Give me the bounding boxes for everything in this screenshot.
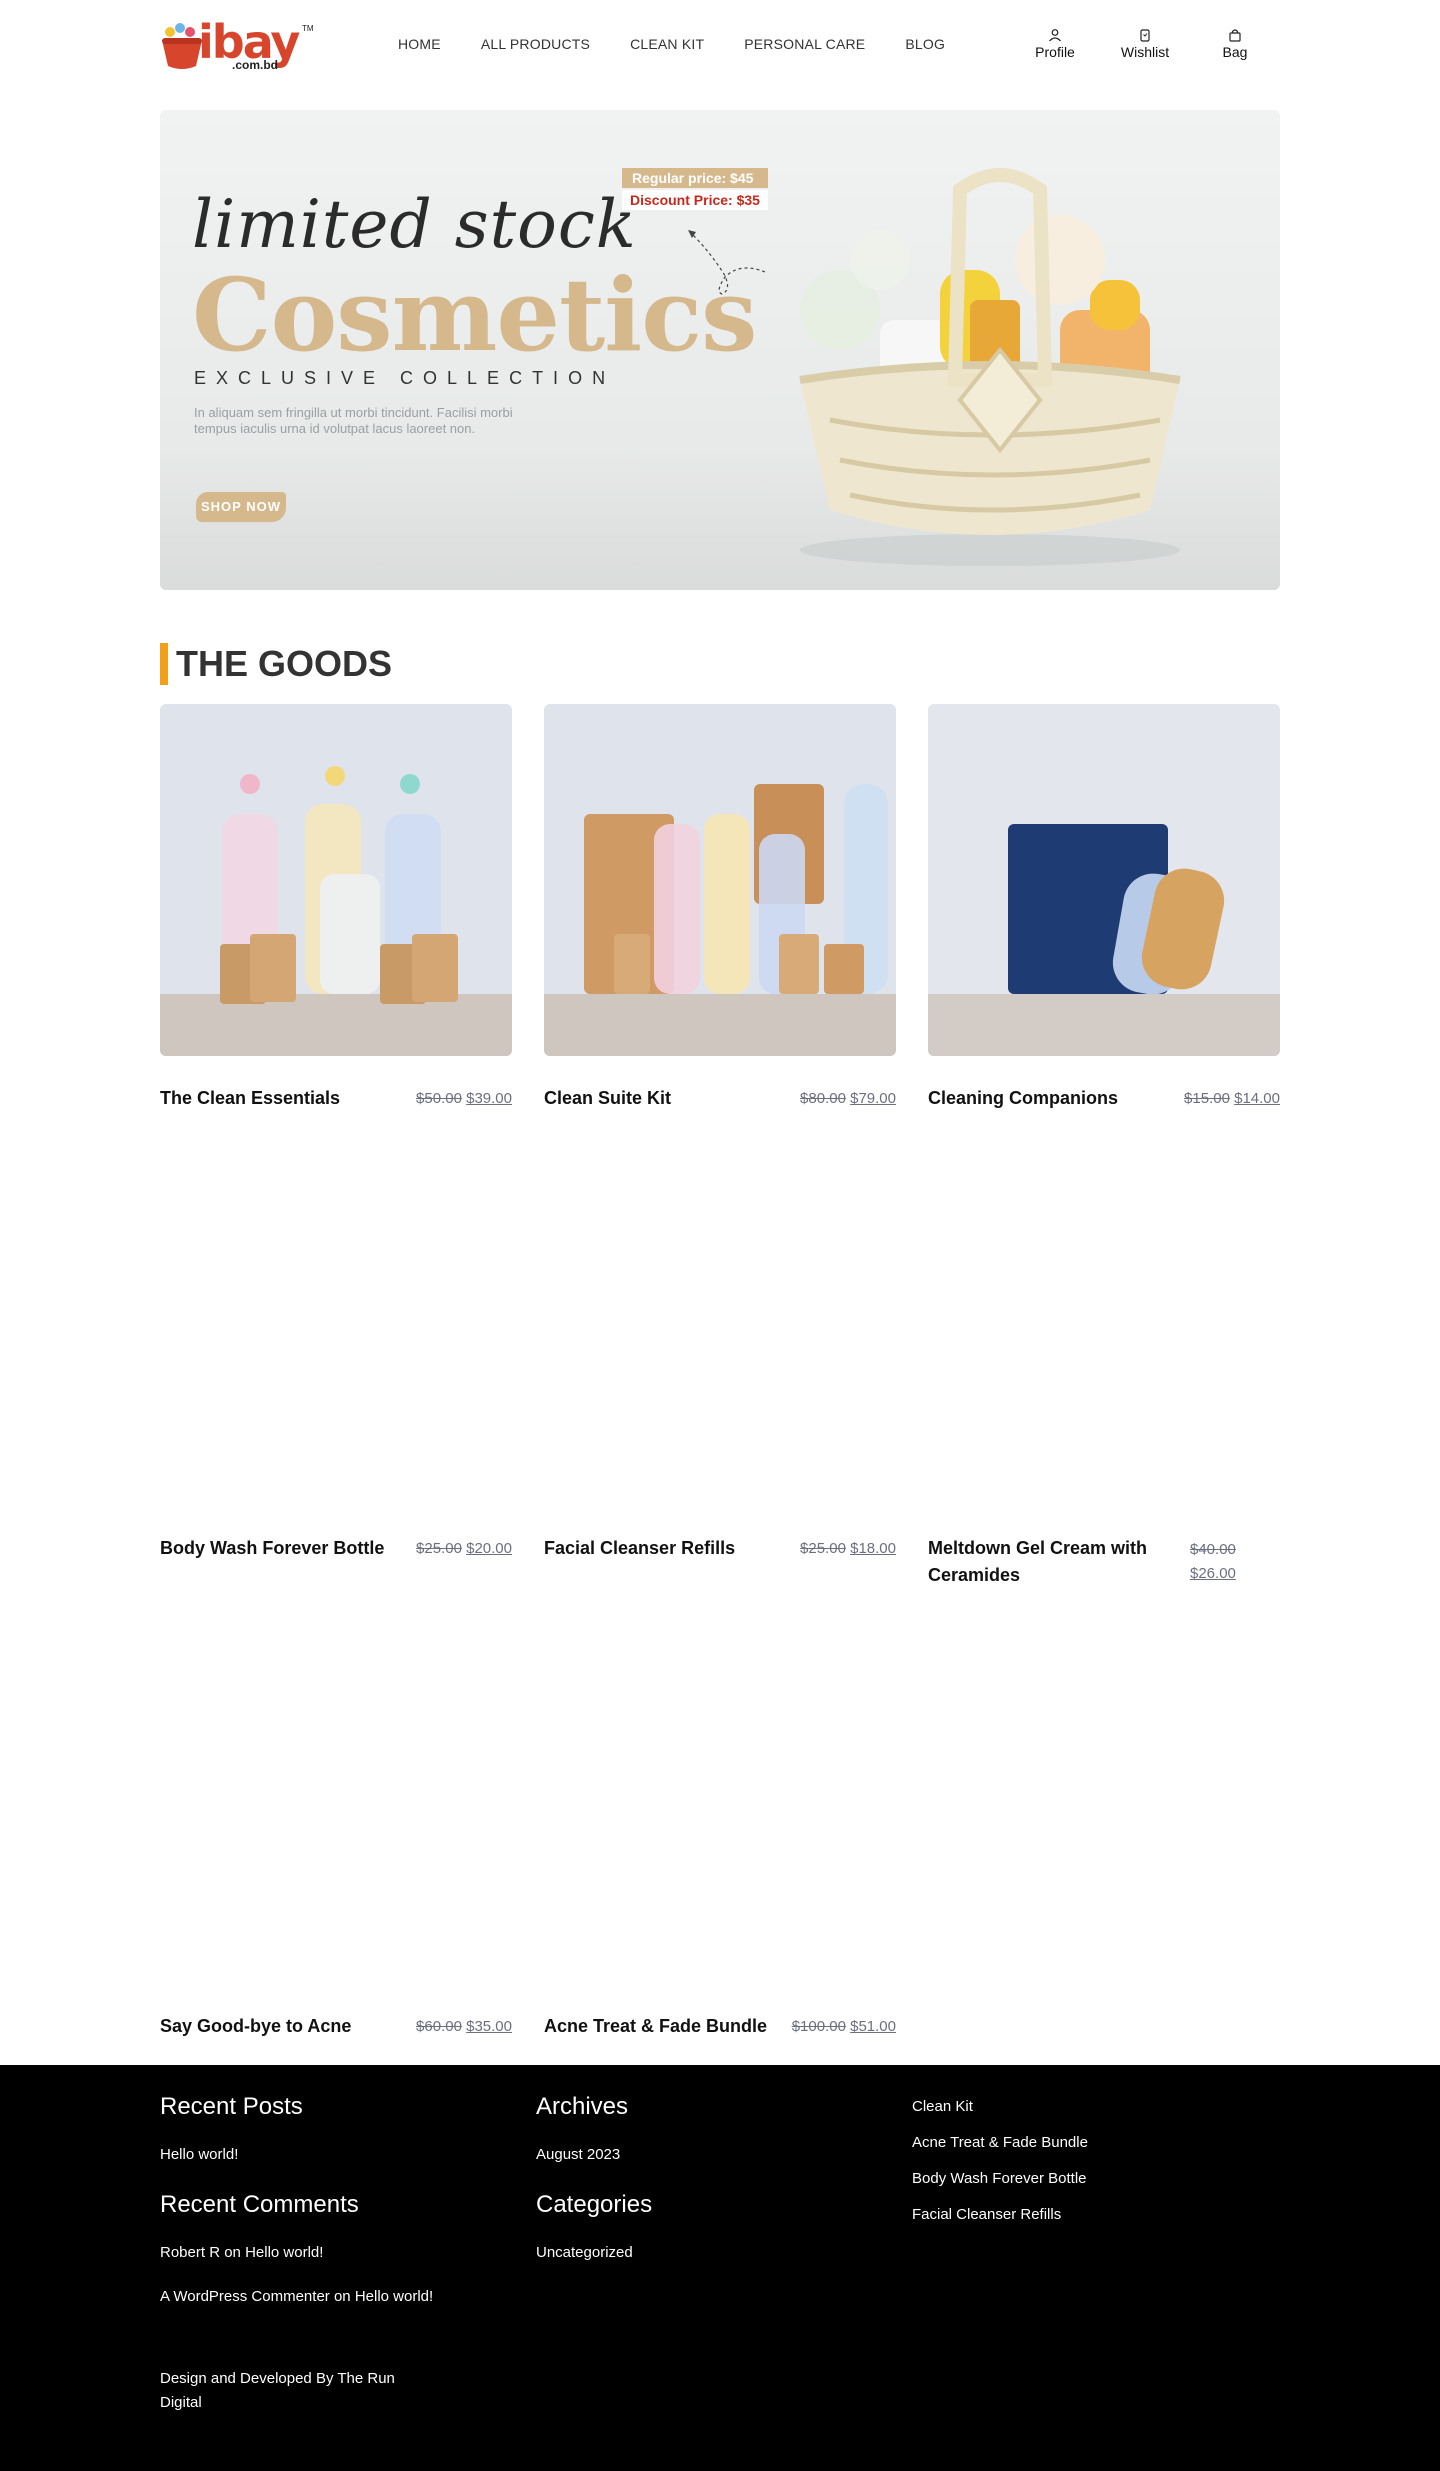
product-name[interactable]: Meltdown Gel Cream with Ceramides xyxy=(928,1535,1158,1589)
product-image-clean-essentials[interactable] xyxy=(160,704,512,1056)
bag-button[interactable]: Bag xyxy=(1190,28,1280,60)
banner-description: In aliquam sem fringilla ut morbi tincid… xyxy=(194,405,513,436)
old-price: $25.00 xyxy=(800,1540,846,1557)
discount-price: Discount Price: $35 xyxy=(622,190,768,210)
comment-on: on xyxy=(224,2244,241,2261)
product-image-cleaning-companions[interactable] xyxy=(928,704,1280,1056)
product-price: $60.00 $35.00 xyxy=(380,2015,512,2039)
product-price: $50.00 $39.00 xyxy=(380,1087,512,1111)
category-link[interactable]: Uncategorized xyxy=(536,2243,633,2263)
archive-link[interactable]: August 2023 xyxy=(536,2145,620,2165)
recent-comments-heading: Recent Comments xyxy=(160,2191,359,2218)
bag-icon xyxy=(1229,29,1241,42)
comment-author[interactable]: Robert R xyxy=(160,2244,220,2261)
sale-price: $39.00 xyxy=(466,1090,512,1107)
banner-title: Cosmetics xyxy=(192,256,757,374)
product-price: $25.00 $20.00 xyxy=(380,1537,512,1561)
profile-button[interactable]: Profile xyxy=(1010,28,1100,60)
sale-price: $14.00 xyxy=(1234,1090,1280,1107)
recent-posts-heading: Recent Posts xyxy=(160,2093,303,2120)
categories-heading: Categories xyxy=(536,2191,653,2218)
product-photo xyxy=(544,704,896,1056)
logo-trademark: TM xyxy=(302,24,314,33)
site-logo[interactable]: ibay .com.bd TM xyxy=(160,15,314,74)
site-footer: Recent Posts Hello world! Recent Comment… xyxy=(0,2065,1440,2471)
main-nav: HOME ALL PRODUCTS CLEAN KIT PERSONAL CAR… xyxy=(398,36,985,52)
product-price: $80.00 $79.00 xyxy=(764,1087,896,1111)
section-title: THE GOODS xyxy=(160,643,392,685)
product-price: $15.00 $14.00 xyxy=(1148,1087,1280,1111)
nav-all-products[interactable]: ALL PRODUCTS xyxy=(481,36,590,52)
product-name[interactable]: The Clean Essentials xyxy=(160,1085,400,1112)
old-price: $60.00 xyxy=(416,2018,462,2035)
comment-post-link[interactable]: Hello world! xyxy=(355,2288,433,2305)
old-price: $100.00 xyxy=(791,2018,846,2035)
bag-label: Bag xyxy=(1222,44,1248,60)
product-name[interactable]: Cleaning Companions xyxy=(928,1085,1168,1112)
nav-blog[interactable]: BLOG xyxy=(905,36,945,52)
curly-arrow-icon xyxy=(688,230,766,295)
nav-home[interactable]: HOME xyxy=(398,36,441,52)
sale-price: $35.00 xyxy=(466,2018,512,2035)
shop-now-button[interactable]: SHOP NOW xyxy=(196,492,286,522)
product-name[interactable]: Clean Suite Kit xyxy=(544,1085,784,1112)
recent-comment: Robert R on Hello world! xyxy=(160,2243,323,2263)
old-price: $50.00 xyxy=(416,1090,462,1107)
old-price: $25.00 xyxy=(416,1540,462,1557)
footer-credit: Design and Developed By The Run Digital xyxy=(160,2370,395,2411)
hero-banner[interactable]: limited stock Cosmetics EXCLUSIVE COLLEC… xyxy=(160,110,1280,590)
site-header: ibay .com.bd TM HOME ALL PRODUCTS CLEAN … xyxy=(0,0,1440,95)
product-price: $25.00 $18.00 xyxy=(764,1537,896,1561)
nav-clean-kit[interactable]: CLEAN KIT xyxy=(630,36,704,52)
footer-link[interactable]: Acne Treat & Fade Bundle xyxy=(912,2133,1088,2153)
product-name[interactable]: Facial Cleanser Refills xyxy=(544,1535,784,1562)
banner-price-tag: Regular price: $45 Discount Price: $35 xyxy=(622,168,768,210)
nav-personal-care[interactable]: PERSONAL CARE xyxy=(744,36,865,52)
wishlist-button[interactable]: Wishlist xyxy=(1100,28,1190,60)
wishlist-icon xyxy=(1140,29,1150,42)
footer-link[interactable]: Body Wash Forever Bottle xyxy=(912,2169,1087,2189)
sale-price: $79.00 xyxy=(850,1090,896,1107)
sale-price: $26.00 xyxy=(1190,1565,1236,1582)
archives-heading: Archives xyxy=(536,2093,629,2120)
profile-label: Profile xyxy=(1035,44,1075,60)
regular-price: Regular price: $45 xyxy=(622,168,768,188)
comment-post-link[interactable]: Hello world! xyxy=(245,2244,323,2261)
product-image-clean-suite-kit[interactable] xyxy=(544,704,896,1056)
old-price: $80.00 xyxy=(800,1090,846,1107)
banner-collection: EXCLUSIVE COLLECTION xyxy=(194,368,616,388)
footer-link[interactable]: Clean Kit xyxy=(912,2097,973,2117)
banner-script-text: limited stock xyxy=(192,186,637,263)
user-icon xyxy=(1049,29,1061,42)
product-price: $100.00 $51.00 xyxy=(754,2015,896,2039)
product-photo xyxy=(160,704,512,1056)
old-price: $15.00 xyxy=(1184,1090,1230,1107)
product-price: $40.00 $26.00 xyxy=(1190,1538,1244,1586)
product-name[interactable]: Body Wash Forever Bottle xyxy=(160,1535,400,1562)
comment-author[interactable]: A WordPress Commenter xyxy=(160,2288,330,2305)
product-name[interactable]: Acne Treat & Fade Bundle xyxy=(544,2013,784,2040)
old-price: $40.00 xyxy=(1190,1541,1236,1558)
sale-price: $18.00 xyxy=(850,1540,896,1557)
comment-on: on xyxy=(333,2288,351,2305)
logo-domain: .com.bd xyxy=(232,58,279,72)
wishlist-label: Wishlist xyxy=(1120,44,1170,60)
recent-post-link[interactable]: Hello world! xyxy=(160,2145,238,2165)
sale-price: $51.00 xyxy=(850,2018,896,2035)
header-actions: Profile Wishlist Bag xyxy=(1010,28,1280,60)
sale-price: $20.00 xyxy=(466,1540,512,1557)
recent-comment: A WordPress Commenter on Hello world! xyxy=(160,2287,433,2307)
product-name[interactable]: Say Good-bye to Acne xyxy=(160,2013,400,2040)
cosmetics-basket-image xyxy=(799,168,1181,566)
footer-link[interactable]: Facial Cleanser Refills xyxy=(912,2205,1061,2225)
product-photo xyxy=(928,704,1280,1056)
